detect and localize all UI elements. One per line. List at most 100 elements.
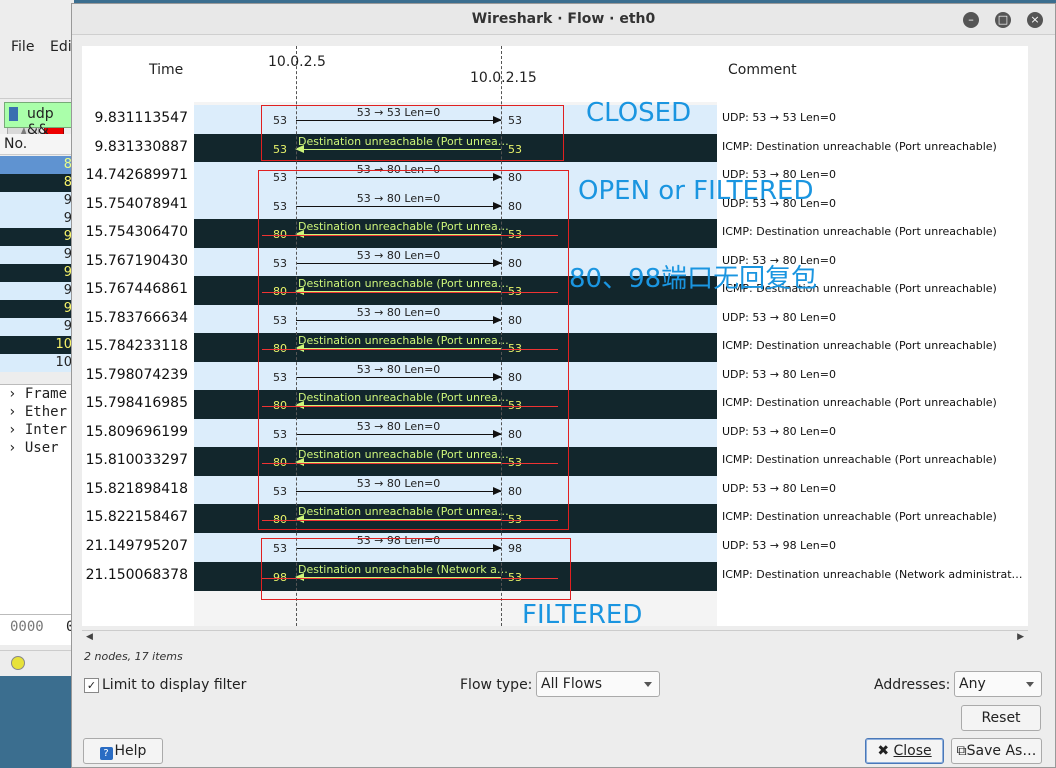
- packet-bytes-pane[interactable]: 0000 0: [0, 614, 74, 645]
- flow-dialog: Wireshark · Flow · eth0 – □ × Time 10.0.…: [71, 3, 1056, 768]
- close-label: Close: [893, 743, 932, 759]
- addresses-select[interactable]: Any: [954, 671, 1042, 697]
- reset-button[interactable]: Reset: [961, 705, 1041, 731]
- annotation-closed: CLOSED: [586, 98, 692, 128]
- row-comment: UDP: 53 → 53 Len=0: [722, 111, 836, 124]
- tree-item-frame[interactable]: › Frame: [0, 385, 74, 403]
- close-icon[interactable]: ×: [1027, 12, 1043, 28]
- menu-edit[interactable]: Edi: [50, 39, 72, 55]
- scroll-left-icon[interactable]: ◀: [86, 632, 93, 642]
- time-header: Time: [149, 62, 184, 78]
- minimize-icon[interactable]: –: [963, 12, 979, 28]
- row-time: 21.149795207: [85, 538, 188, 554]
- packet-row[interactable]: 9: [0, 228, 74, 246]
- row-time: 15.784233118: [85, 338, 188, 354]
- packet-row[interactable]: 9: [0, 192, 74, 210]
- horizontal-scrollbar[interactable]: ◀ ▶: [82, 630, 1028, 645]
- limit-filter-checkbox[interactable]: ✓: [84, 678, 99, 693]
- row-comment: UDP: 53 → 80 Len=0: [722, 368, 836, 381]
- row-time: 15.822158467: [85, 509, 188, 525]
- packet-list[interactable]: 8 8 9 9 9 9 9 9 9 9 10 10: [0, 156, 74, 372]
- packet-row[interactable]: 8: [0, 156, 74, 174]
- row-time: 9.831113547: [94, 110, 188, 126]
- row-time: 15.783766634: [85, 310, 188, 326]
- row-comment: UDP: 53 → 80 Len=0: [722, 482, 836, 495]
- help-icon: ?: [99, 747, 113, 760]
- column-no[interactable]: No.: [4, 136, 27, 152]
- chevron-down-icon: [1026, 682, 1034, 687]
- main-toolbar: [0, 58, 74, 152]
- packet-list-header[interactable]: No.: [0, 134, 74, 155]
- help-button[interactable]: ? Help: [83, 738, 163, 764]
- packet-row[interactable]: 9: [0, 264, 74, 282]
- annotation-no-reply: 80、98端口无回复包: [569, 264, 818, 294]
- node-b-label: 10.0.2.15: [470, 70, 537, 86]
- close-button[interactable]: ✖ Close: [865, 738, 944, 764]
- flow-type-select[interactable]: All Flows: [536, 671, 660, 697]
- menu-file[interactable]: File: [11, 39, 34, 55]
- annotation-open-filtered: OPEN or FILTERED: [578, 176, 814, 206]
- annotation-filtered: FILTERED: [522, 600, 643, 626]
- row-time: 15.798416985: [85, 395, 188, 411]
- row-time: 15.767190430: [85, 253, 188, 269]
- save-as-label: Save As…: [966, 743, 1037, 759]
- chevron-down-icon: [644, 682, 652, 687]
- maximize-icon[interactable]: □: [995, 12, 1011, 28]
- packet-details-tree[interactable]: › Frame › Ether › Inter › User: [0, 384, 74, 615]
- row-time: 15.754078941: [85, 196, 188, 212]
- close-x-icon: ✖: [877, 743, 894, 759]
- addresses-label: Addresses:: [874, 677, 951, 693]
- row-comment: ICMP: Destination unreachable (Port unre…: [722, 453, 997, 466]
- flow-graph[interactable]: Time 10.0.2.5 10.0.2.15 Comment 9.831113…: [82, 46, 1028, 626]
- row-comment: UDP: 53 → 98 Len=0: [722, 539, 836, 552]
- row-time: 15.809696199: [85, 424, 188, 440]
- packet-row[interactable]: 9: [0, 282, 74, 300]
- row-comment: ICMP: Destination unreachable (Network a…: [722, 568, 1024, 581]
- packet-row[interactable]: 10: [0, 354, 74, 372]
- limit-filter-label[interactable]: Limit to display filter: [102, 677, 246, 693]
- annotation-box-filtered: [261, 538, 571, 600]
- bookmark-icon[interactable]: [9, 107, 18, 121]
- flow-type-label: Flow type:: [460, 677, 533, 693]
- window-title: Wireshark · Flow · eth0: [471, 11, 656, 27]
- row-comment: ICMP: Destination unreachable (Port unre…: [722, 396, 997, 409]
- packet-row[interactable]: 10: [0, 336, 74, 354]
- save-as-button[interactable]: ⧉Save As…: [951, 738, 1042, 764]
- row-comment: ICMP: Destination unreachable (Port unre…: [722, 225, 997, 238]
- tree-item-user[interactable]: › User: [0, 439, 74, 457]
- packet-row[interactable]: 9: [0, 318, 74, 336]
- tree-item-internet[interactable]: › Inter: [0, 421, 74, 439]
- packet-row[interactable]: 9: [0, 300, 74, 318]
- packet-row[interactable]: 9: [0, 246, 74, 264]
- scroll-right-icon[interactable]: ▶: [1017, 632, 1024, 642]
- row-comment: ICMP: Destination unreachable (Port unre…: [722, 339, 997, 352]
- vertical-scrollbar[interactable]: [1028, 46, 1042, 626]
- packet-row[interactable]: 8: [0, 174, 74, 192]
- row-comment: ICMP: Destination unreachable (Port unre…: [722, 140, 997, 153]
- comment-header: Comment: [728, 62, 797, 78]
- row-time: 15.821898418: [85, 481, 188, 497]
- tree-item-ethernet[interactable]: › Ether: [0, 403, 74, 421]
- help-label: Help: [114, 743, 147, 759]
- title-bar[interactable]: Wireshark · Flow · eth0 – □ ×: [72, 4, 1055, 35]
- main-statusbar: [0, 650, 74, 675]
- flow-type-value: All Flows: [541, 676, 603, 692]
- row-time: 15.810033297: [85, 452, 188, 468]
- row-comment: UDP: 53 → 80 Len=0: [722, 311, 836, 324]
- annotation-box-open-filtered: [258, 170, 569, 530]
- row-time: 9.831330887: [94, 139, 188, 155]
- row-comment: UDP: 53 → 80 Len=0: [722, 425, 836, 438]
- row-time: 15.754306470: [85, 224, 188, 240]
- packet-row[interactable]: 9: [0, 210, 74, 228]
- addresses-value: Any: [959, 676, 986, 692]
- expert-info-icon[interactable]: [11, 656, 25, 670]
- main-menubar: File Edi: [0, 36, 74, 58]
- row-time: 15.798074239: [85, 367, 188, 383]
- annotation-box-closed: [261, 105, 564, 161]
- row-time: 15.767446861: [85, 281, 188, 297]
- display-filter-input[interactable]: udp &&: [4, 102, 74, 138]
- bytes-offset: 0000: [10, 619, 44, 635]
- save-icon: ⧉: [956, 743, 967, 759]
- row-time: 21.150068378: [85, 567, 188, 583]
- flow-info: 2 nodes, 17 items: [84, 650, 183, 663]
